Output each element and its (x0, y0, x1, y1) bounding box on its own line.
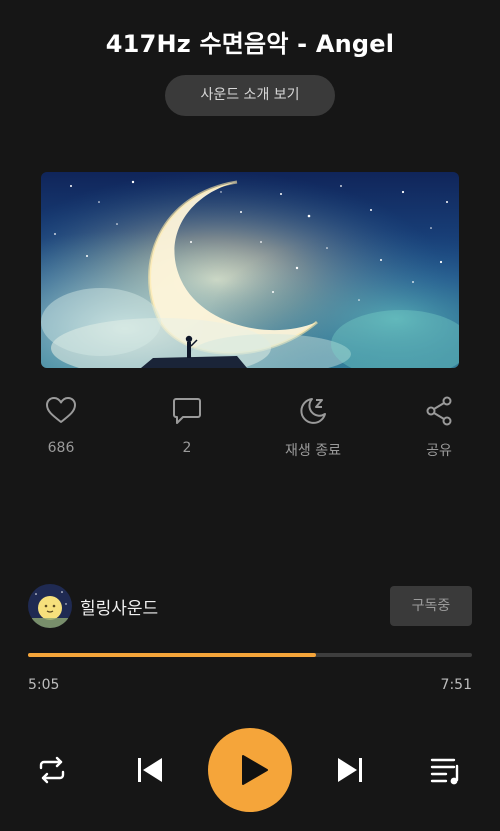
play-button[interactable] (208, 728, 292, 812)
share-label: 공유 (426, 443, 452, 459)
play-icon (242, 755, 268, 785)
sound-intro-button[interactable]: 사운드 소개 보기 (165, 75, 335, 116)
repeat-icon[interactable] (34, 752, 70, 788)
current-time: 5:05 (28, 677, 60, 693)
subscribe-button[interactable]: 구독중 (390, 586, 472, 626)
share-action[interactable]: 공유 (384, 394, 494, 460)
comment-action[interactable]: 2 (132, 394, 242, 456)
sleep-timer-label: 재생 종료 (285, 443, 341, 459)
moon-zz-icon (296, 394, 330, 428)
comment-icon (170, 394, 204, 428)
progress-fill (28, 653, 316, 657)
sleep-timer-action[interactable]: 재생 종료 (258, 394, 368, 460)
track-title: 417Hz 수면음악 - Angel (105, 30, 395, 58)
heart-icon (44, 394, 78, 428)
like-count: 686 (47, 440, 75, 456)
progress-bar[interactable] (28, 653, 472, 657)
action-bar: 686 2 재생 종료 공유 (0, 394, 500, 464)
share-icon (422, 394, 456, 428)
skip-previous-icon[interactable] (132, 752, 168, 788)
skip-next-icon[interactable] (332, 752, 368, 788)
playback-controls (0, 728, 500, 812)
channel-name[interactable]: 힐링사운드 (80, 594, 158, 619)
comment-count: 2 (182, 440, 192, 456)
avatar[interactable] (28, 584, 72, 628)
channel-row: 힐링사운드 구독중 (28, 584, 472, 628)
like-action[interactable]: 686 (6, 394, 116, 456)
album-artwork (41, 172, 459, 368)
playlist-icon[interactable] (428, 752, 464, 788)
total-time: 7:51 (440, 677, 472, 693)
